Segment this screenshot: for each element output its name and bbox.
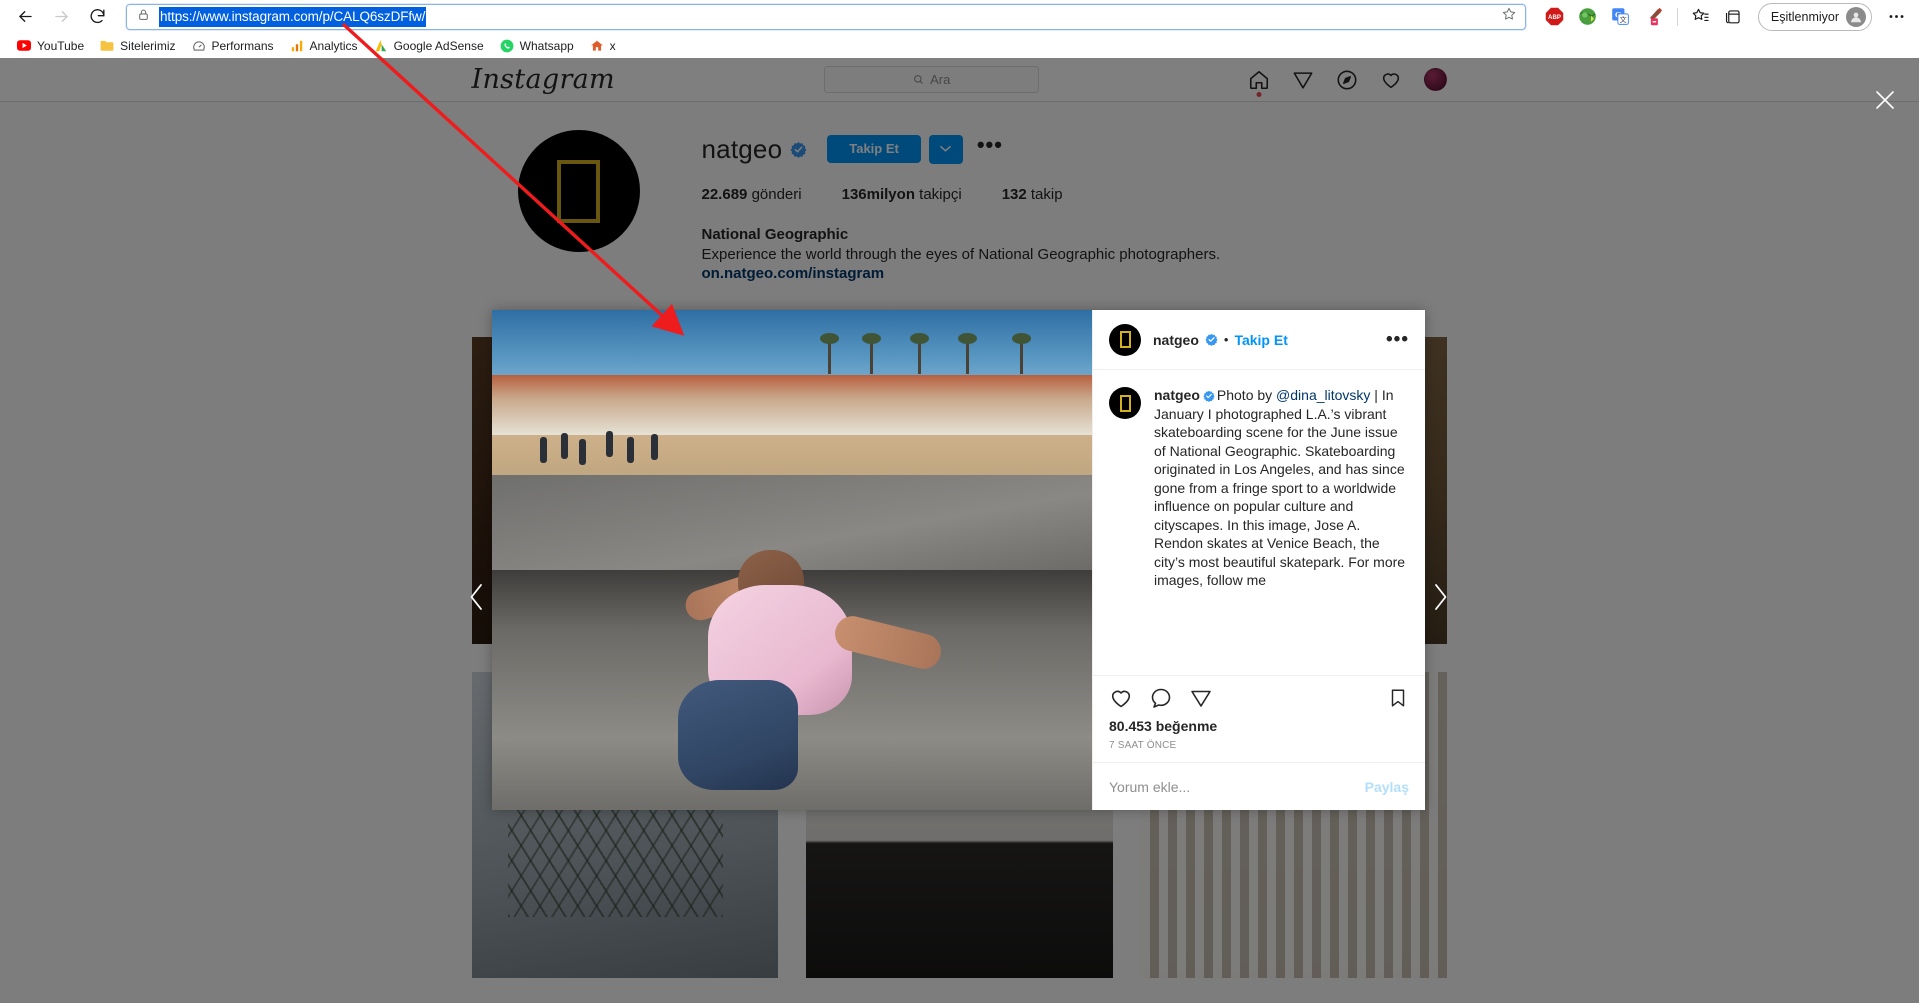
post-sidebar: natgeo • Takip Et ••• natgeo Photo by @di… [1092,310,1425,810]
favorite-star-icon[interactable] [1501,6,1517,27]
collections-icon[interactable] [1719,3,1749,31]
home-icon [590,39,604,53]
post-like-count[interactable]: 80.453 beğenme [1109,716,1409,734]
post-timestamp: 7 SAAT ÖNCE [1109,740,1177,751]
verified-badge-icon [1205,333,1218,346]
profile-sync-status: Eşitlenmiyor [1770,9,1839,24]
instagram-page: Instagram Ara [0,58,1919,1003]
bookmark-label: Whatsapp [519,38,574,53]
chevron-left-icon [470,584,482,610]
browser-chrome: https://www.instagram.com/p/CALQ6szDFfw/… [0,0,1919,58]
verified-badge-icon [1203,390,1215,402]
bookmark-label: Analytics [309,38,358,53]
bookmark-google-adsense[interactable]: Google AdSense [367,36,491,56]
adblock-plus-icon[interactable]: ABP [1540,3,1570,31]
extensions-area: ABP G 文 [1536,2,1911,31]
comment-box: Paylaş [1093,762,1425,810]
bookmark-analytics[interactable]: Analytics [283,36,365,56]
caption-text-before: Photo by [1216,387,1277,403]
caption-username[interactable]: natgeo [1154,387,1200,403]
bookmark-sitelerimiz[interactable]: Sitelerimiz [93,36,182,56]
modal-close-button[interactable] [1873,88,1897,117]
share-icon[interactable] [1189,686,1213,710]
reload-button[interactable] [80,2,114,32]
bookmark-label: YouTube [37,38,85,53]
folder-icon [100,39,114,53]
favorites-icon[interactable] [1686,3,1716,31]
bookmark-label: Sitelerimiz [120,38,176,53]
post-photo[interactable] [492,310,1092,810]
post-caption: natgeo Photo by @dina_litovsky | In Janua… [1154,386,1409,669]
google-translate-icon[interactable]: G 文 [1606,3,1636,31]
modal-overlay[interactable]: natgeo • Takip Et ••• natgeo Photo by @di… [0,58,1919,1003]
post-action-icons [1109,684,1409,716]
toolbar-divider [1676,7,1678,26]
browser-settings-menu[interactable] [1881,3,1911,31]
caption-author-avatar[interactable] [1109,387,1141,419]
post-options-button[interactable]: ••• [1386,330,1409,349]
post-caption-area: natgeo Photo by @dina_litovsky | In Janua… [1093,370,1425,675]
bookmark-youtube[interactable]: YouTube [10,36,91,56]
bookmark-whatsapp[interactable]: Whatsapp [493,36,581,56]
comment-submit-button[interactable]: Paylaş [1365,779,1409,795]
comment-icon[interactable] [1149,686,1173,710]
address-bar[interactable]: https://www.instagram.com/p/CALQ6szDFfw/ [126,3,1526,30]
chevron-right-icon [1435,584,1447,610]
bookmark-label: Google AdSense [393,38,484,53]
svg-text:ABP: ABP [1548,14,1561,21]
bookmark-performans[interactable]: Performans [185,36,281,56]
speed-icon [192,39,206,53]
profile-avatar-icon [1846,6,1866,27]
svg-text:文: 文 [1620,15,1627,24]
post-header-separator: • [1223,332,1229,347]
caption-mention[interactable]: @dina_litovsky [1276,387,1370,403]
forward-button[interactable] [44,2,78,32]
whatsapp-icon [500,39,514,53]
post-modal: natgeo • Takip Et ••• natgeo Photo by @di… [492,310,1425,810]
bookmark-label: Performans [211,38,274,53]
comment-input[interactable] [1109,778,1365,795]
youtube-icon [17,39,31,53]
like-icon[interactable] [1109,686,1133,710]
post-follow-link[interactable]: Takip Et [1234,332,1287,348]
post-header: natgeo • Takip Et ••• [1093,310,1425,370]
adsense-icon [374,39,388,53]
bookmark-label: x [609,38,616,53]
post-author-username[interactable]: natgeo [1153,332,1199,348]
analytics-icon [290,39,304,53]
browser-toolbar: https://www.instagram.com/p/CALQ6szDFfw/… [0,0,1919,33]
save-icon[interactable] [1387,687,1409,709]
color-picker-icon[interactable] [1639,3,1669,31]
caption-text-after: | In January I photographed L.A.’s vibra… [1154,387,1406,588]
download-manager-icon[interactable] [1573,3,1603,31]
lock-icon [137,7,150,27]
post-author-avatar[interactable] [1109,323,1141,356]
modal-prev-button[interactable] [468,583,485,616]
post-actions: 80.453 beğenme 7 SAAT ÖNCE [1093,675,1425,762]
modal-next-button[interactable] [1432,583,1449,616]
address-bar-url[interactable]: https://www.instagram.com/p/CALQ6szDFfw/ [159,6,427,27]
back-button[interactable] [8,2,42,32]
browser-profile-button[interactable]: Eşitlenmiyor [1757,2,1872,31]
bookmarks-bar: YouTube Sitelerimiz Performans Analytics [0,33,1919,58]
bookmark-x[interactable]: x [583,36,623,56]
close-icon [1876,91,1894,109]
